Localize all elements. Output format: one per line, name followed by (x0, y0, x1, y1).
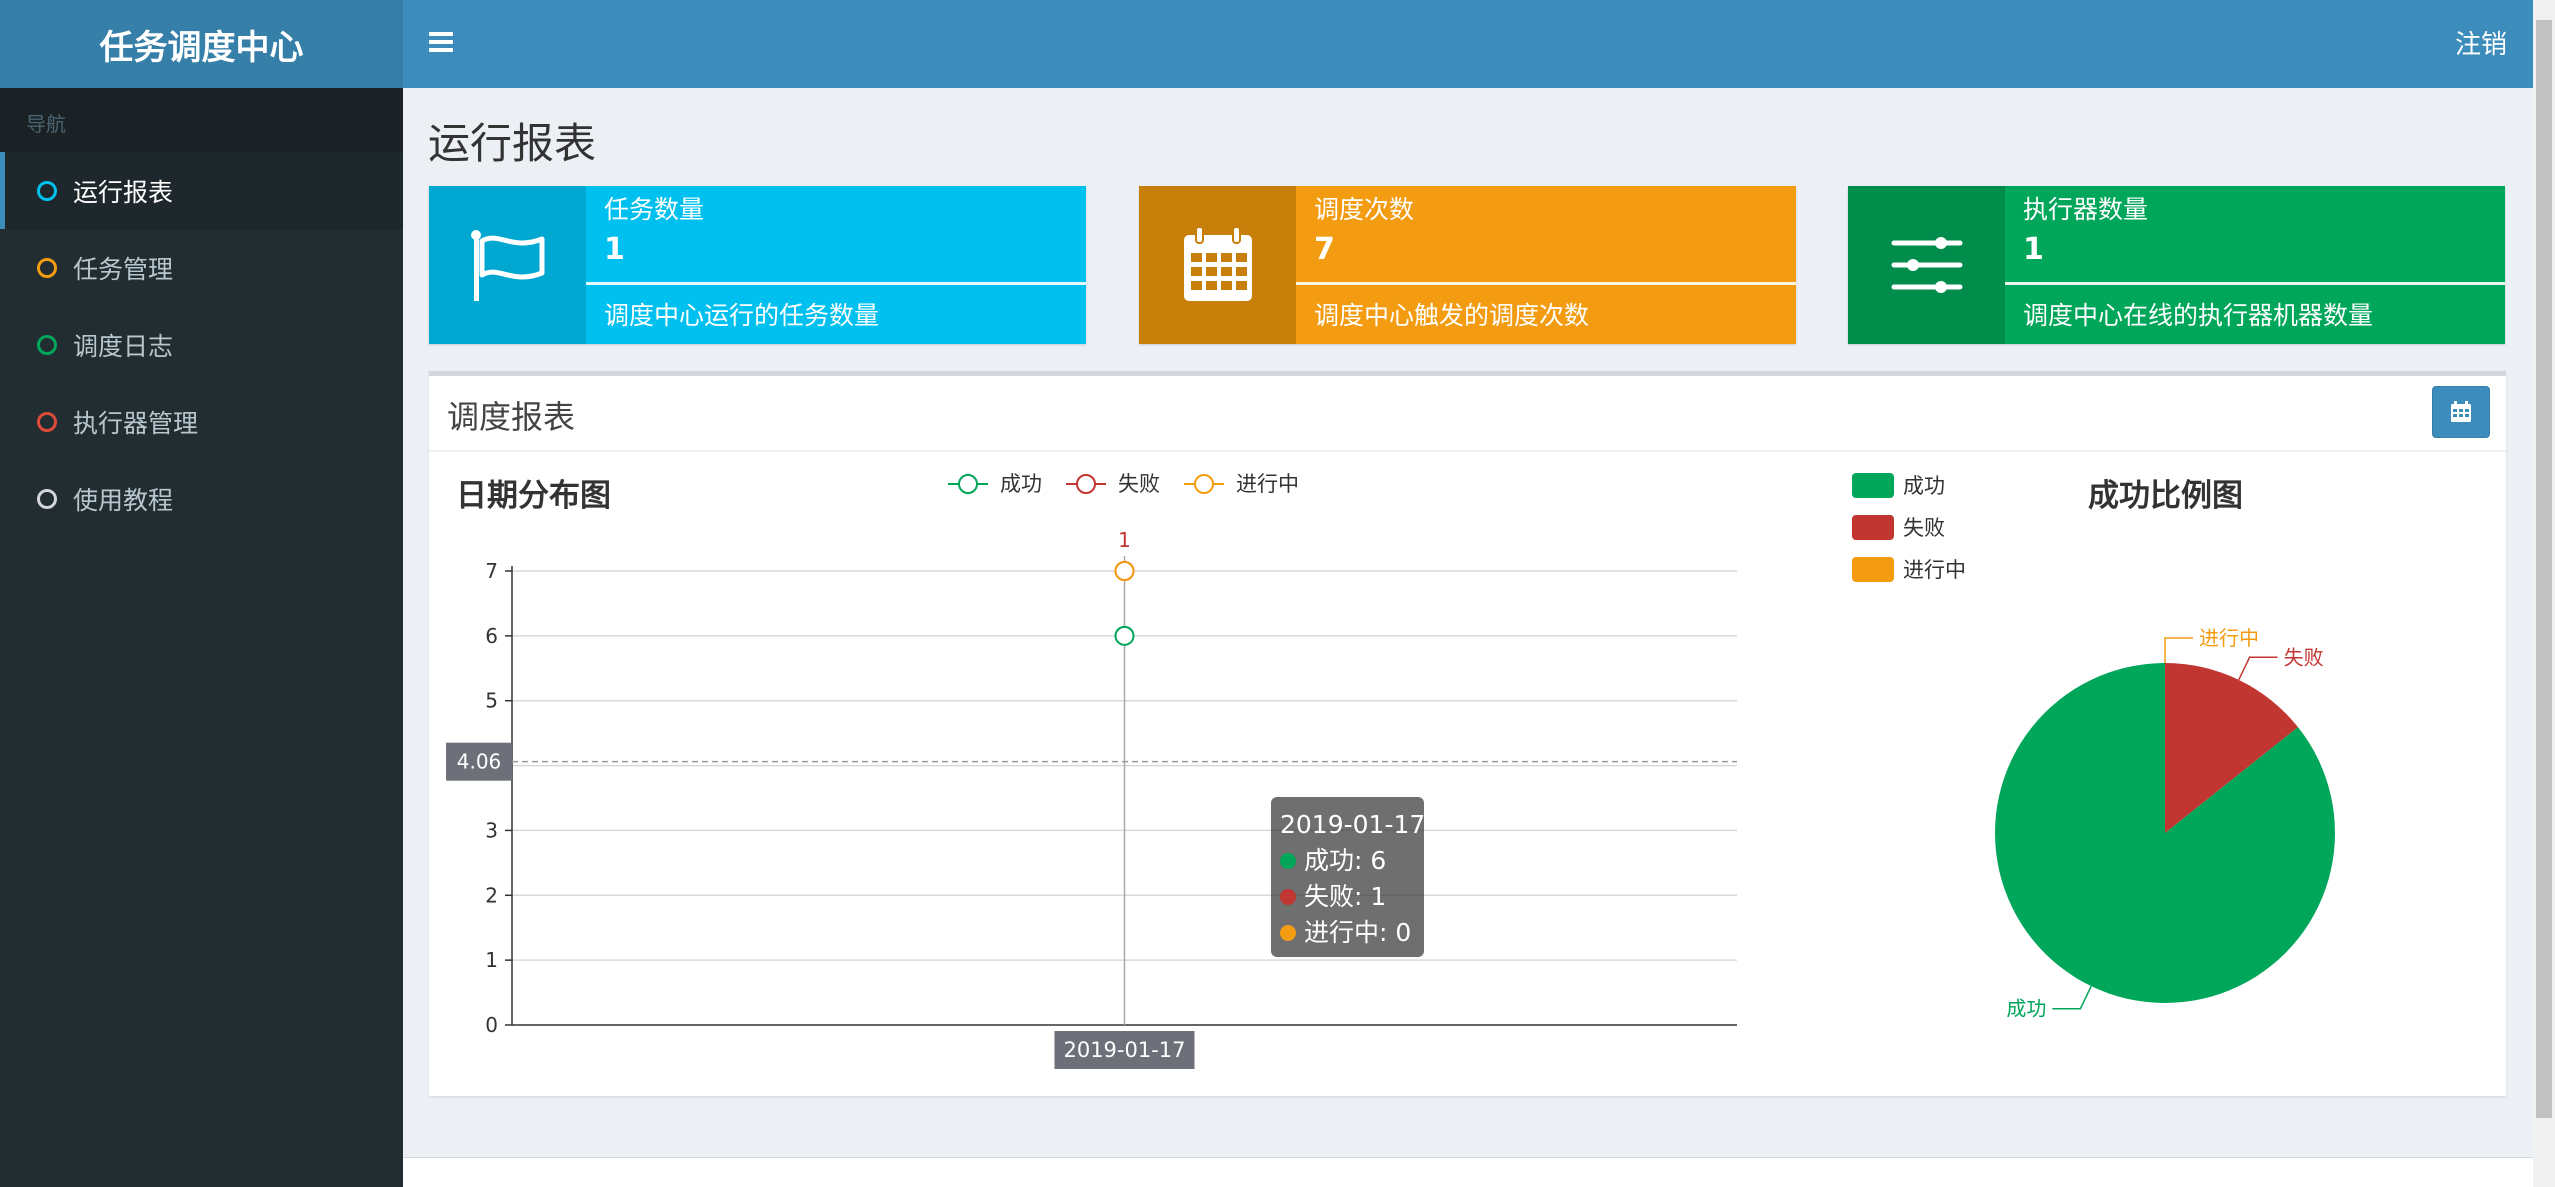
sidebar-item-help[interactable]: 使用教程 (0, 460, 403, 537)
calendar-icon (1139, 186, 1296, 344)
circle-icon (37, 488, 57, 509)
info-box-description: 调度中心在线的执行器机器数量 (2023, 301, 2374, 330)
date-range-button[interactable] (2432, 386, 2490, 438)
sidebar-item-label: 任务管理 (73, 254, 174, 284)
sidebar: 导航 运行报表 任务管理 调度日志 执行器管理 使用教程 (0, 88, 403, 1187)
sidebar-item-label: 使用教程 (73, 485, 174, 515)
page-title: 运行报表 (428, 119, 597, 168)
page-scrollbar[interactable] (2533, 0, 2555, 1187)
sidebar-item-label: 调度日志 (73, 331, 174, 361)
footer (403, 1157, 2533, 1187)
info-box-description: 调度中心运行的任务数量 (604, 301, 880, 330)
scrollbar-thumb[interactable] (2536, 20, 2552, 1118)
info-box-number: 1 (2023, 232, 2044, 267)
info-box-label: 任务数量 (604, 195, 705, 224)
circle-icon (37, 411, 57, 432)
info-box-number: 1 (604, 232, 625, 267)
sliders-icon (1848, 186, 2005, 344)
pie-chart-title: 成功比例图 (2088, 478, 2243, 514)
circle-icon (37, 180, 57, 201)
info-box-triggers: 调度次数 7 调度中心触发的调度次数 (1139, 186, 1796, 344)
app-logo[interactable]: 任务调度中心 (0, 0, 403, 88)
sidebar-item-executors[interactable]: 执行器管理 (0, 383, 403, 460)
logout-link[interactable]: 注销 (2455, 24, 2507, 61)
info-box-number: 7 (1314, 232, 1335, 267)
info-box-executors: 执行器数量 1 调度中心在线的执行器机器数量 (1848, 186, 2505, 344)
circle-icon (37, 334, 57, 355)
flag-icon (429, 186, 586, 344)
sidebar-item-label: 执行器管理 (73, 408, 199, 438)
sidebar-item-label: 运行报表 (73, 177, 174, 207)
info-box-jobs: 任务数量 1 调度中心运行的任务数量 (429, 186, 1086, 344)
nav-header: 导航 (0, 88, 403, 152)
calendar-icon (2451, 401, 2471, 422)
info-box-label: 调度次数 (1314, 195, 1415, 224)
info-box-label: 执行器数量 (2023, 195, 2149, 224)
panel-title: 调度报表 (447, 398, 576, 436)
line-chart-title: 日期分布图 (456, 478, 611, 514)
sidebar-item-logs[interactable]: 调度日志 (0, 306, 403, 383)
sidebar-item-report[interactable]: 运行报表 (0, 152, 403, 229)
circle-icon (37, 257, 57, 278)
top-navbar: 注销 (403, 0, 2533, 88)
sidebar-item-jobs[interactable]: 任务管理 (0, 229, 403, 306)
info-box-description: 调度中心触发的调度次数 (1314, 301, 1590, 330)
sidebar-toggle-icon[interactable] (429, 28, 453, 58)
